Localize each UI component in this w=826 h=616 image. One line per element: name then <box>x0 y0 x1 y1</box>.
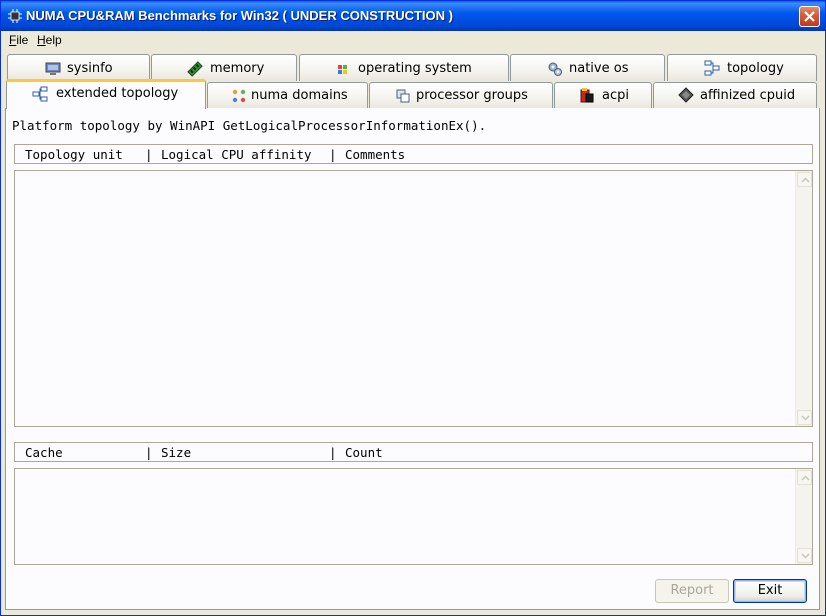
exit-button[interactable]: Exit <box>733 579 807 603</box>
tab-sysinfo[interactable]: sysinfo <box>7 54 150 81</box>
tab-native-os[interactable]: native os <box>510 54 665 81</box>
topology-list-header: Topology unit | Logical CPU affinity | C… <box>14 144 813 164</box>
tab-extended-topology[interactable]: extended topology <box>6 79 206 109</box>
menu-bar: File Help <box>1 31 825 49</box>
gears-icon <box>547 61 563 77</box>
header-comments: Comments <box>345 147 406 162</box>
close-button[interactable] <box>799 6 820 27</box>
cache-scrollbar[interactable] <box>795 469 812 564</box>
scroll-up-button[interactable] <box>797 470 812 485</box>
header-logical-cpu-affinity: Logical CPU affinity <box>161 147 312 162</box>
cpuid-chip-icon <box>678 87 694 103</box>
header-separator: | <box>329 147 337 162</box>
title-bar[interactable]: NUMA CPU&RAM Benchmarks for Win32 ( UNDE… <box>1 1 825 31</box>
window-title: NUMA CPU&RAM Benchmarks for Win32 ( UNDE… <box>26 8 453 23</box>
header-size: Size <box>161 445 192 460</box>
panel-description: Platform topology by WinAPI GetLogicalPr… <box>12 118 487 133</box>
header-topology-unit: Topology unit <box>25 147 123 162</box>
chip-icon[interactable] <box>7 8 23 24</box>
menu-help[interactable]: Help <box>37 33 62 47</box>
scroll-down-button[interactable] <box>797 410 812 425</box>
tab-topology[interactable]: topology <box>667 54 817 81</box>
scroll-up-button[interactable] <box>797 172 812 187</box>
report-button[interactable]: Report <box>655 579 729 603</box>
cache-list[interactable] <box>14 468 813 565</box>
chevron-up-icon <box>801 475 810 481</box>
cache-list-header: Cache | Size | Count <box>14 442 813 462</box>
numa-dots-icon <box>231 88 247 104</box>
tab-operating-system[interactable]: operating system <box>299 54 509 81</box>
header-separator: | <box>329 445 337 460</box>
menu-file[interactable]: File <box>9 33 28 47</box>
header-count: Count <box>345 445 383 460</box>
main-window: NUMA CPU&RAM Benchmarks for Win32 ( UNDE… <box>0 0 826 616</box>
chevron-down-icon <box>801 415 810 421</box>
tab-processor-groups[interactable]: processor groups <box>369 82 553 109</box>
acpi-icon <box>579 87 595 103</box>
memory-stick-icon <box>187 61 203 77</box>
monitor-icon <box>45 61 61 77</box>
tab-affinized-cpuid[interactable]: affinized cpuid <box>653 82 817 109</box>
topology-list[interactable] <box>14 170 813 427</box>
topology-scrollbar[interactable] <box>795 171 812 426</box>
tab-memory[interactable]: memory <box>151 54 297 81</box>
header-separator: | <box>145 445 153 460</box>
extended-topology-icon <box>32 86 48 102</box>
tab-numa-domains[interactable]: numa domains <box>207 82 368 109</box>
processor-groups-icon <box>395 88 411 104</box>
scroll-down-button[interactable] <box>797 548 812 563</box>
tab-acpi[interactable]: acpi <box>554 82 652 109</box>
chevron-up-icon <box>801 177 810 183</box>
chevron-down-icon <box>801 553 810 559</box>
header-separator: | <box>145 147 153 162</box>
topology-icon <box>704 60 720 76</box>
windows-flag-icon <box>336 63 352 79</box>
header-cache: Cache <box>25 445 63 460</box>
close-icon <box>804 11 815 22</box>
